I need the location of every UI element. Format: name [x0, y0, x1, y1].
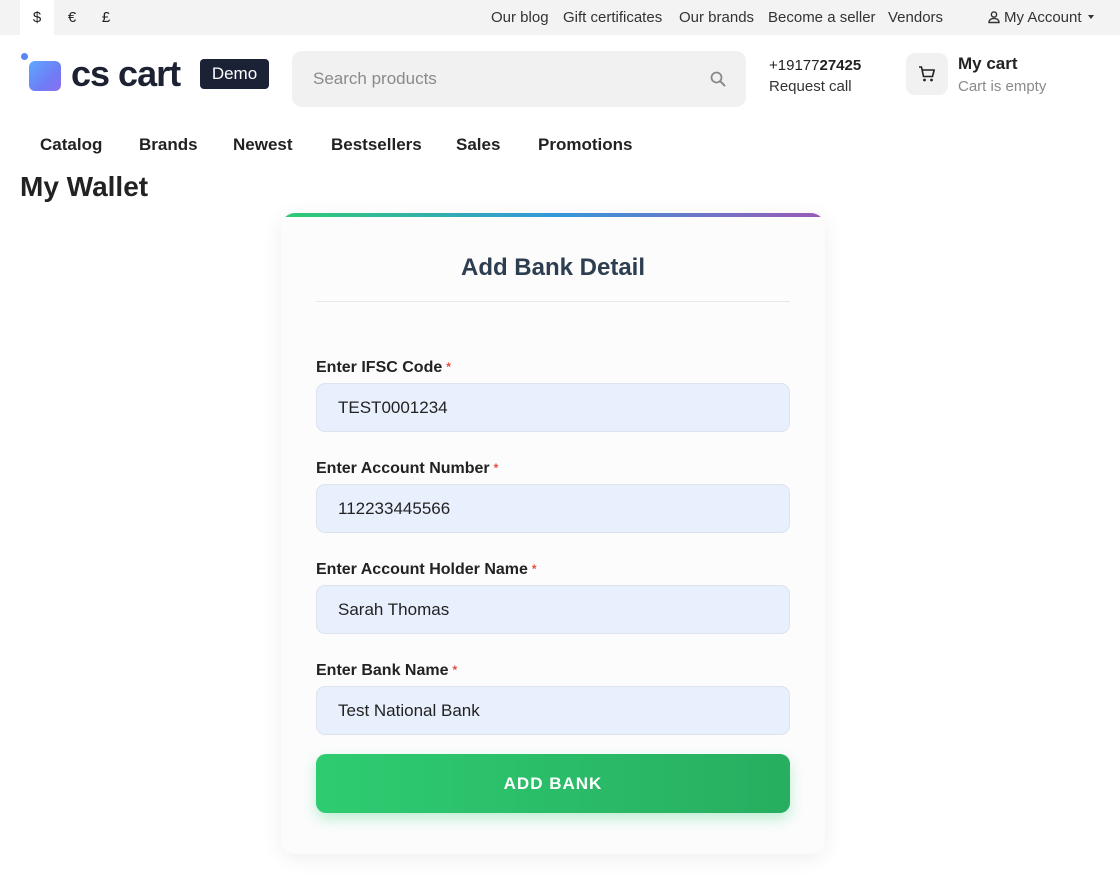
- account-holder-label-text: Enter Account Holder Name: [316, 561, 528, 578]
- required-marker: *: [493, 461, 499, 475]
- add-bank-button[interactable]: ADD BANK: [316, 754, 790, 813]
- currency-usd[interactable]: $: [20, 0, 54, 35]
- ifsc-label-text: Enter IFSC Code: [316, 359, 443, 376]
- bank-name-label-text: Enter Bank Name: [316, 662, 449, 679]
- page-title: My Wallet: [20, 171, 149, 202]
- logo-mark: [29, 61, 61, 91]
- add-bank-card: Add Bank Detail Enter IFSC Code* Enter A…: [281, 213, 825, 854]
- my-account-label: My Account: [1004, 9, 1082, 26]
- search-icon[interactable]: [709, 70, 727, 88]
- cart-status: Cart is empty: [958, 78, 1047, 95]
- required-marker: *: [531, 562, 537, 576]
- ifsc-label: Enter IFSC Code *: [316, 357, 451, 378]
- user-icon: [988, 11, 1000, 24]
- required-marker: *: [452, 663, 458, 677]
- link-vendors[interactable]: Vendors: [888, 0, 943, 35]
- nav-bestsellers[interactable]: Bestsellers: [331, 134, 422, 156]
- bank-name-input[interactable]: [316, 686, 790, 735]
- cart-title[interactable]: My cart: [958, 54, 1018, 74]
- account-number-label: Enter Account Number *: [316, 458, 498, 479]
- account-number-label-text: Enter Account Number: [316, 460, 490, 477]
- nav-promotions[interactable]: Promotions: [538, 134, 632, 156]
- link-become-seller[interactable]: Become a seller: [768, 0, 876, 35]
- currency-gbp[interactable]: £: [89, 0, 123, 35]
- nav-catalog[interactable]: Catalog: [40, 134, 102, 156]
- phone-suffix: 27425: [819, 57, 862, 74]
- search-box: [292, 51, 746, 107]
- top-bar: $ € £ Our blog Gift certificates Our bra…: [0, 0, 1120, 35]
- bank-name-label: Enter Bank Name *: [316, 660, 457, 681]
- logo-dot: [21, 53, 28, 60]
- search-input[interactable]: [292, 51, 692, 107]
- form-title: Add Bank Detail: [460, 254, 646, 281]
- account-holder-input[interactable]: [316, 585, 790, 634]
- required-marker: *: [446, 360, 451, 374]
- card-accent-bar: [281, 213, 825, 217]
- my-account-menu[interactable]: My Account: [987, 0, 1094, 35]
- chevron-down-icon: [1087, 15, 1094, 19]
- demo-badge: Demo: [200, 59, 269, 89]
- nav-newest[interactable]: Newest: [233, 134, 293, 156]
- request-call-link[interactable]: Request call: [769, 77, 852, 97]
- account-holder-label: Enter Account Holder Name *: [316, 559, 537, 580]
- nav-brands[interactable]: Brands: [139, 134, 198, 156]
- phone-prefix: +19177: [769, 57, 820, 74]
- phone-number[interactable]: +1917727425: [769, 56, 861, 76]
- ifsc-code-input[interactable]: [316, 383, 790, 432]
- link-gift-certificates[interactable]: Gift certificates: [563, 0, 662, 35]
- link-our-blog[interactable]: Our blog: [491, 0, 549, 35]
- cart-button[interactable]: [906, 53, 948, 95]
- account-number-input[interactable]: [316, 484, 790, 533]
- nav-sales[interactable]: Sales: [456, 134, 500, 156]
- currency-eur[interactable]: €: [55, 0, 89, 35]
- logo-text: cs cart: [71, 53, 181, 94]
- link-our-brands[interactable]: Our brands: [679, 0, 754, 35]
- cart-icon: [919, 66, 935, 82]
- divider: [316, 301, 790, 302]
